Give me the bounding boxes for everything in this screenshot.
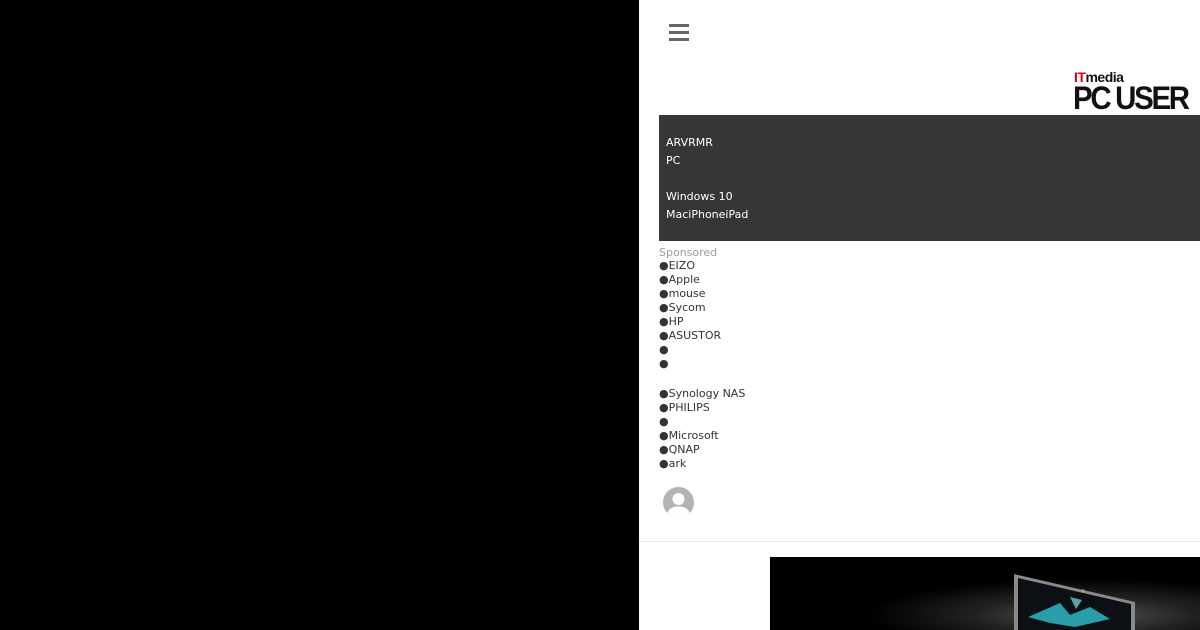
hero-image-laptop[interactable] (770, 557, 1200, 630)
sponsored-item-blank-2[interactable]: ● (659, 357, 669, 370)
sponsored-item-blank-1[interactable]: ● (659, 343, 669, 356)
category-nav-menu: ARVRMR PC Windows 10 MaciPhoneiPad (659, 115, 1200, 241)
user-avatar-icon[interactable] (663, 487, 694, 518)
sponsored-item-ark[interactable]: ●ark (659, 457, 686, 470)
sponsored-item-label: PHILIPS (668, 401, 710, 414)
sponsored-item-label: Synology NAS (668, 387, 746, 400)
sponsored-item-mouse[interactable]: ●mouse (659, 287, 706, 300)
sponsored-item-apple[interactable]: ●Apple (659, 273, 700, 286)
bullet: ● (659, 415, 669, 428)
bullet: ● (659, 357, 669, 370)
sponsored-item-label: EIZO (668, 259, 695, 272)
sponsored-item-asustor[interactable]: ●ASUSTOR (659, 329, 721, 342)
sponsored-item-microsoft[interactable]: ●Microsoft (659, 429, 719, 442)
sponsored-item-label: QNAP (668, 443, 700, 456)
sponsored-item-label: mouse (668, 287, 706, 300)
sponsored-item-label: Apple (668, 273, 700, 286)
sponsored-item-label: Microsoft (668, 429, 719, 442)
bullet: ● (659, 259, 669, 272)
bullet: ● (659, 287, 669, 300)
bullet: ● (659, 343, 669, 356)
sponsored-item-qnap[interactable]: ●QNAP (659, 443, 700, 456)
nav-item-mac-iphone-ipad[interactable]: MaciPhoneiPad (666, 208, 748, 221)
sponsored-item-hp[interactable]: ●HP (659, 315, 684, 328)
bullet: ● (659, 329, 669, 342)
sponsored-item-blank-3[interactable]: ● (659, 415, 669, 428)
bullet: ● (659, 301, 669, 314)
sponsored-item-sycom[interactable]: ●Sycom (659, 301, 706, 314)
bullet: ● (659, 387, 669, 400)
side-panel: ITmedia PC USER ARVRMR PC Windows 10 Mac… (639, 0, 1200, 630)
bullet: ● (659, 429, 669, 442)
nav-item-pc[interactable]: PC (666, 154, 680, 167)
bullet: ● (659, 401, 669, 414)
itmedia-pc-user-logo[interactable]: ITmedia PC USER (1073, 69, 1200, 116)
user-silhouette-icon (666, 493, 691, 518)
sponsored-item-philips[interactable]: ●PHILIPS (659, 401, 710, 414)
hamburger-menu-icon[interactable] (669, 22, 689, 44)
logo-pc-user: PC USER (1073, 80, 1190, 116)
bullet: ● (659, 273, 669, 286)
section-divider (639, 541, 1200, 542)
sponsored-item-label: Sycom (668, 301, 706, 314)
sponsored-item-synology-nas[interactable]: ●Synology NAS (659, 387, 745, 400)
sponsored-item-label: HP (668, 315, 684, 328)
nav-item-arvrmr[interactable]: ARVRMR (666, 136, 713, 149)
sponsored-item-label: ASUSTOR (668, 329, 722, 342)
bullet: ● (659, 315, 669, 328)
laptop-image (770, 557, 1200, 630)
sponsored-item-label: ark (668, 457, 687, 470)
sponsored-item-eizo[interactable]: ●EIZO (659, 259, 695, 272)
bullet: ● (659, 457, 669, 470)
bullet: ● (659, 443, 669, 456)
nav-item-windows-10[interactable]: Windows 10 (666, 190, 733, 203)
sponsored-label: Sponsored (659, 246, 718, 259)
